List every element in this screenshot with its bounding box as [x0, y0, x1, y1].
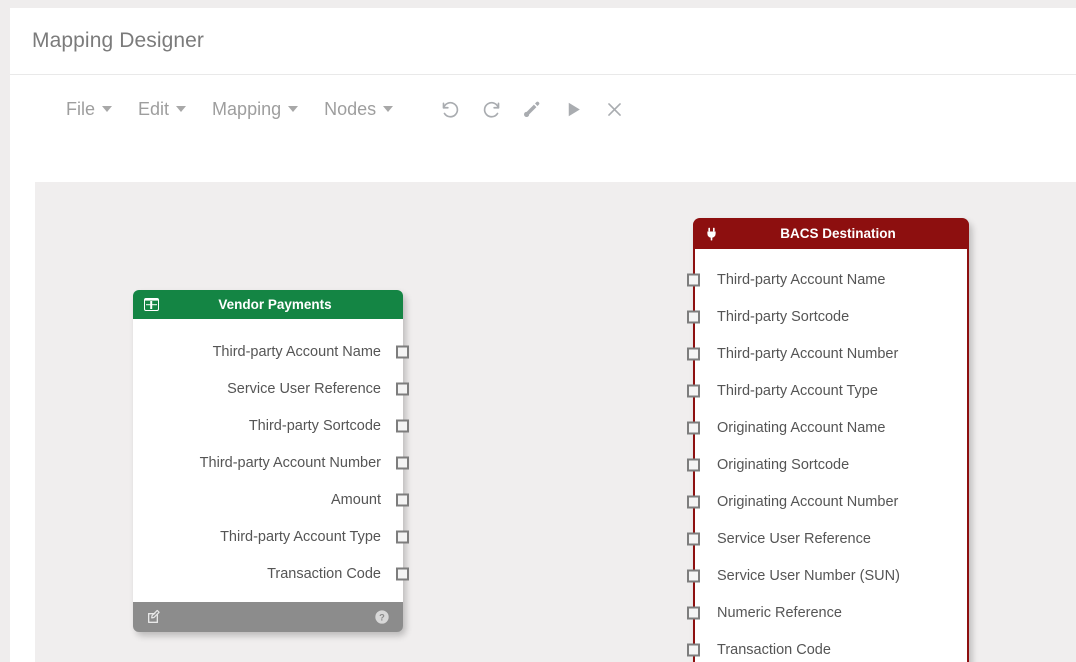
field-label: Third-party Account Type — [717, 382, 878, 399]
field-label: Originating Sortcode — [717, 456, 850, 473]
mapping-designer-app: Mapping Designer File Edit Mapping Nodes — [10, 8, 1076, 662]
field-label: Third-party Sortcode — [248, 417, 381, 434]
svg-text:?: ? — [379, 612, 385, 622]
page-header: Mapping Designer — [10, 8, 1076, 75]
field-list-vendor-payments: Third-party Account Name Service User Re… — [133, 319, 409, 602]
node-footer-vendor-payments: ? — [133, 602, 403, 632]
redo-icon[interactable] — [480, 98, 502, 120]
field-label: Third-party Account Name — [717, 271, 886, 288]
menu-file-label: File — [66, 98, 96, 119]
field-row[interactable]: Originating Account Name — [687, 409, 967, 446]
connector-port[interactable] — [396, 567, 409, 580]
play-icon[interactable] — [562, 98, 584, 120]
connector-port[interactable] — [396, 493, 409, 506]
edit-square-icon[interactable] — [146, 609, 162, 625]
connector-port[interactable] — [396, 419, 409, 432]
connector-port[interactable] — [687, 273, 700, 286]
field-row[interactable]: Third-party Account Number — [133, 444, 409, 481]
chevron-down-icon — [176, 106, 187, 112]
connector-port[interactable] — [687, 569, 700, 582]
connector-port[interactable] — [396, 456, 409, 469]
chevron-down-icon — [383, 106, 394, 112]
field-label: Third-party Sortcode — [717, 308, 850, 325]
node-title-bacs-destination: BACS Destination — [780, 226, 896, 241]
field-row[interactable]: Third-party Sortcode — [687, 298, 967, 335]
toolbar: File Edit Mapping Nodes — [10, 75, 1076, 143]
field-label: Originating Account Name — [717, 419, 886, 436]
field-row[interactable]: Numeric Reference — [687, 594, 967, 631]
field-row[interactable]: Originating Account Number — [687, 483, 967, 520]
connector-port[interactable] — [687, 310, 700, 323]
connector-port[interactable] — [687, 421, 700, 434]
plug-icon — [703, 226, 719, 242]
field-row[interactable]: Transaction Code — [133, 555, 409, 592]
menu-mapping[interactable]: Mapping — [212, 98, 299, 120]
connector-port[interactable] — [396, 345, 409, 358]
menu-nodes-label: Nodes — [324, 98, 377, 119]
page-title: Mapping Designer — [32, 29, 205, 52]
field-row[interactable]: Third-party Account Number — [687, 335, 967, 372]
field-row[interactable]: Service User Reference — [133, 370, 409, 407]
field-label: Third-party Account Name — [212, 343, 381, 360]
field-label: Service User Reference — [227, 380, 381, 397]
field-row[interactable]: Third-party Sortcode — [133, 407, 409, 444]
node-header-vendor-payments: Vendor Payments — [133, 290, 403, 319]
field-row[interactable]: Third-party Account Type — [687, 372, 967, 409]
node-vendor-payments[interactable]: Vendor Payments Third-party Account Name… — [133, 290, 409, 632]
field-row[interactable]: Originating Sortcode — [687, 446, 967, 483]
mapping-canvas[interactable]: Vendor Payments Third-party Account Name… — [35, 182, 1076, 662]
field-label: Third-party Account Number — [199, 454, 381, 471]
field-label: Transaction Code — [717, 641, 831, 658]
field-list-bacs-destination: Third-party Account Name Third-party Sor… — [687, 249, 967, 662]
menu-edit-label: Edit — [138, 98, 170, 119]
connector-port[interactable] — [687, 347, 700, 360]
field-row[interactable]: Transaction Code — [687, 631, 967, 662]
field-row[interactable]: Third-party Account Type — [133, 518, 409, 555]
chevron-down-icon — [102, 106, 113, 112]
menu-edit[interactable]: Edit — [138, 98, 187, 120]
toolbar-icon-group — [439, 98, 625, 120]
connector-port[interactable] — [687, 532, 700, 545]
node-title-vendor-payments: Vendor Payments — [218, 297, 332, 312]
field-row[interactable]: Third-party Account Name — [133, 333, 409, 370]
table-grid-icon — [143, 297, 159, 313]
field-label: Transaction Code — [267, 565, 381, 582]
chevron-down-icon — [288, 106, 299, 112]
field-label: Third-party Account Type — [220, 528, 381, 545]
connector-port[interactable] — [687, 495, 700, 508]
connector-port[interactable] — [396, 382, 409, 395]
field-label: Third-party Account Number — [717, 345, 899, 362]
undo-icon[interactable] — [439, 98, 461, 120]
help-circle-icon[interactable]: ? — [374, 609, 390, 625]
field-row[interactable]: Service User Number (SUN) — [687, 557, 967, 594]
pencil-icon[interactable] — [521, 98, 543, 120]
field-label: Numeric Reference — [717, 604, 842, 621]
field-row[interactable]: Amount — [133, 481, 409, 518]
connector-port[interactable] — [687, 643, 700, 656]
menu-mapping-label: Mapping — [212, 98, 282, 119]
field-label: Originating Account Number — [717, 493, 899, 510]
connector-port[interactable] — [687, 458, 700, 471]
connector-port[interactable] — [687, 384, 700, 397]
menu-nodes[interactable]: Nodes — [324, 98, 394, 120]
connector-port[interactable] — [396, 530, 409, 543]
field-row[interactable]: Service User Reference — [687, 520, 967, 557]
menu-file[interactable]: File — [66, 98, 113, 120]
field-label: Service User Reference — [717, 530, 871, 547]
field-label: Amount — [331, 491, 381, 508]
connector-port[interactable] — [687, 606, 700, 619]
node-header-bacs-destination: BACS Destination — [693, 218, 969, 249]
node-bacs-destination[interactable]: BACS Destination Third-party Account Nam… — [687, 218, 969, 662]
field-label: Service User Number (SUN) — [717, 567, 900, 584]
field-row[interactable]: Third-party Account Name — [687, 261, 967, 298]
close-icon[interactable] — [603, 98, 625, 120]
